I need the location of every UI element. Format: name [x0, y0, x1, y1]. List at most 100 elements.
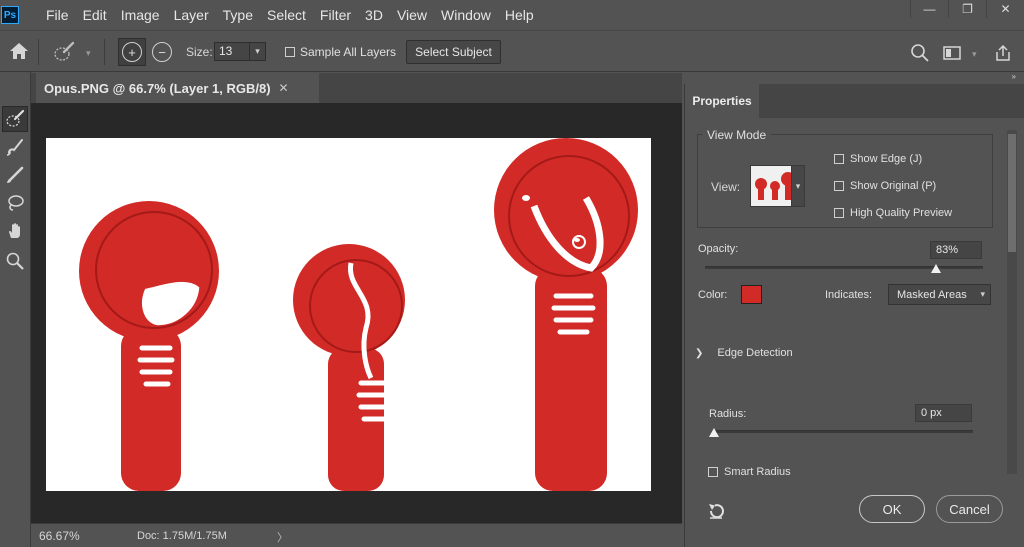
menu-3d[interactable]: 3D — [358, 0, 390, 30]
high-quality-preview-checkbox[interactable] — [834, 208, 844, 218]
window-controls: — ❐ ✕ — [910, 0, 1024, 18]
show-original-checkbox[interactable] — [834, 181, 844, 191]
cancel-button[interactable]: Cancel — [936, 495, 1003, 523]
tools-panel — [0, 72, 31, 547]
smart-radius-checkbox[interactable] — [708, 467, 718, 477]
add-to-selection-icon[interactable]: + — [122, 42, 142, 62]
collapse-panels-icon[interactable]: » — [1012, 72, 1016, 81]
edge-detection-section[interactable]: ❯ Edge Detection — [695, 347, 793, 359]
radius-input[interactable]: 0 px — [915, 404, 972, 422]
close-icon[interactable]: ✕ — [279, 81, 289, 95]
image-canvas[interactable] — [46, 138, 651, 491]
menu-file[interactable]: File — [39, 0, 76, 30]
view-mode-title: View Mode — [702, 128, 772, 142]
canvas-area[interactable] — [31, 103, 682, 523]
chevron-down-icon[interactable]: ▾ — [791, 165, 805, 207]
overlay-color-swatch[interactable] — [741, 285, 762, 304]
quick-selection-icon — [6, 109, 25, 127]
edge-detection-title: Edge Detection — [717, 347, 793, 359]
restore-button[interactable]: ❐ — [948, 0, 986, 18]
chevron-down-icon[interactable]: ▾ — [250, 42, 266, 61]
sample-all-layers-checkbox[interactable] — [285, 47, 295, 57]
subtract-from-selection-icon[interactable]: − — [152, 42, 172, 62]
menu-bar: Ps File Edit Image Layer Type Select Fil… — [0, 0, 1024, 30]
menu-select[interactable]: Select — [260, 0, 313, 30]
divider — [38, 39, 39, 65]
radius-slider[interactable] — [713, 430, 973, 433]
status-bar: 66.67% Doc: 1.75M/1.75M 〉 — [31, 523, 682, 547]
menu-edit[interactable]: Edit — [76, 0, 114, 30]
opacity-label: Opacity: — [698, 243, 739, 255]
menu-filter[interactable]: Filter — [313, 0, 358, 30]
workspace-icon[interactable] — [942, 43, 962, 63]
chevron-down-icon[interactable]: ▾ — [86, 48, 91, 59]
quick-selection-tool[interactable] — [2, 106, 28, 132]
chevron-down-icon[interactable]: ▾ — [972, 49, 977, 60]
menu-window[interactable]: Window — [434, 0, 498, 30]
reset-icon[interactable] — [707, 502, 727, 520]
smart-radius-label: Smart Radius — [724, 466, 791, 478]
show-edge-checkbox[interactable] — [834, 154, 844, 164]
options-bar: ▾ + − Size: 13 ▾ Sample All Layers Selec… — [0, 30, 1024, 72]
close-window-button[interactable]: ✕ — [986, 0, 1024, 18]
brush-size-input[interactable]: 13 — [214, 42, 250, 61]
sample-all-layers-label: Sample All Layers — [300, 45, 397, 59]
share-icon[interactable] — [993, 43, 1013, 63]
show-edge-label: Show Edge (J) — [850, 153, 923, 165]
radius-label: Radius: — [709, 408, 747, 420]
hand-icon — [9, 223, 20, 238]
document-tab-title: Opus.PNG @ 66.7% (Layer 1, RGB/8) — [44, 80, 271, 96]
smart-radius-option[interactable]: Smart Radius — [708, 466, 791, 478]
chevron-right-icon[interactable]: 〉 — [277, 529, 288, 545]
indicates-label: Indicates: — [825, 289, 873, 301]
minimize-button[interactable]: — — [910, 0, 948, 18]
document-tab-bar: Opus.PNG @ 66.7% (Layer 1, RGB/8) ✕ — [31, 73, 682, 103]
lasso-tool[interactable] — [2, 190, 28, 216]
brush-icon — [6, 139, 23, 156]
select-subject-button[interactable]: Select Subject — [406, 40, 501, 64]
menu-image[interactable]: Image — [114, 0, 167, 30]
document-size: Doc: 1.75M/1.75M — [137, 530, 227, 542]
panel-scrollbar-thumb[interactable] — [1008, 134, 1016, 252]
high-quality-preview-option[interactable]: High Quality Preview — [834, 207, 952, 219]
opacity-slider-thumb[interactable] — [930, 264, 941, 273]
menu-help[interactable]: Help — [498, 0, 541, 30]
panel-strip: » — [682, 72, 1024, 84]
document-tab[interactable]: Opus.PNG @ 66.7% (Layer 1, RGB/8) ✕ — [36, 73, 319, 103]
indicates-value: Masked Areas — [897, 288, 967, 301]
menu-layer[interactable]: Layer — [167, 0, 216, 30]
show-original-option[interactable]: Show Original (P) — [834, 180, 936, 192]
brush-tool[interactable] — [2, 162, 28, 188]
chevron-down-icon: ▾ — [980, 289, 985, 299]
show-original-label: Show Original (P) — [850, 180, 937, 192]
show-edge-option[interactable]: Show Edge (J) — [834, 153, 922, 165]
color-label: Color: — [698, 289, 728, 301]
menu-type[interactable]: Type — [216, 0, 260, 30]
size-label: Size: — [186, 45, 213, 59]
photoshop-logo: Ps — [1, 6, 19, 24]
menu-view[interactable]: View — [390, 0, 434, 30]
divider — [104, 39, 105, 65]
panel-scrollbar[interactable] — [1007, 130, 1017, 474]
refine-edge-brush-tool[interactable] — [2, 134, 28, 160]
opacity-slider[interactable] — [705, 266, 983, 269]
ok-button[interactable]: OK — [859, 495, 925, 523]
high-quality-preview-label: High Quality Preview — [850, 207, 953, 219]
tab-properties[interactable]: Properties — [685, 84, 759, 118]
view-label: View: — [711, 180, 741, 194]
home-icon[interactable] — [8, 41, 30, 61]
lasso-icon — [8, 195, 24, 211]
quick-selection-preset-icon[interactable] — [52, 40, 76, 64]
indicates-select[interactable]: Masked Areas ▾ — [888, 284, 991, 305]
zoom-tool[interactable] — [2, 248, 28, 274]
paint-brush-icon — [7, 166, 24, 183]
opacity-input[interactable]: 83% — [930, 241, 982, 259]
properties-panel: Properties View Mode View: ▾ Show Edge (… — [684, 84, 1024, 547]
chevron-right-icon: ❯ — [695, 347, 704, 359]
zoom-level[interactable]: 66.67% — [39, 529, 80, 543]
menu-list: File Edit Image Layer Type Select Filter… — [39, 0, 541, 30]
search-icon[interactable] — [910, 43, 930, 63]
hand-tool[interactable] — [2, 218, 28, 244]
panel-tab-bar: Properties — [685, 84, 1024, 118]
radius-slider-thumb[interactable] — [709, 428, 719, 437]
